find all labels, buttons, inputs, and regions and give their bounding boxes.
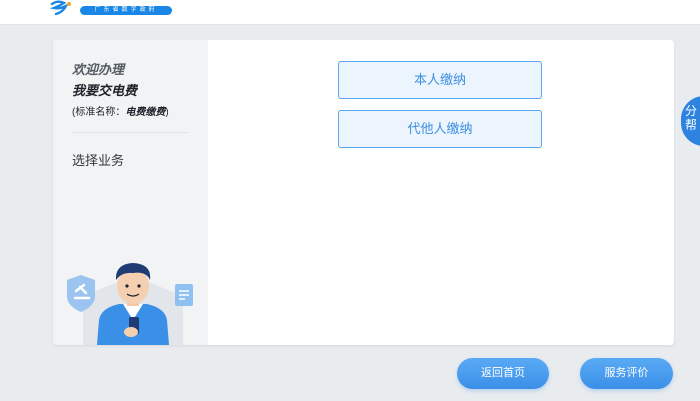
self-pay-button[interactable]: 本人缴纳 [338,61,542,99]
logo-mark-icon [50,0,71,16]
bottom-action-bar: 返回首页 服务评价 [0,345,700,401]
sidebar-divider [72,132,188,133]
floating-side-tab[interactable]: 分帮 [681,96,700,146]
choose-business-label: 选择业务 [72,153,125,168]
service-title: 我要交电费 [72,83,138,98]
app-logo[interactable]: 广东省数字政府 [50,0,180,18]
standard-name-close: ) [165,107,169,118]
service-rating-button[interactable]: 服务评价 [580,358,673,389]
pay-for-others-button[interactable]: 代他人缴纳 [338,110,542,148]
side-tab-text: 分帮 [685,104,698,132]
options-area: 本人缴纳 代他人缴纳 [208,40,674,345]
header-divider [0,24,700,25]
service-person-illustration [67,263,193,345]
service-sidebar: 欢迎办理 我要交电费 (标准名称：电费缴费) 选择业务 [53,40,208,345]
standard-name: (标准名称：电费缴费) [72,103,169,118]
service-panel: 欢迎办理 我要交电费 (标准名称：电费缴费) 选择业务 本人缴纳 代他人缴纳 [53,40,674,345]
welcome-text: 欢迎办理 [72,62,125,77]
top-header: 广东省数字政府 [0,0,700,24]
standard-name-value: 电费缴费 [125,107,166,118]
standard-name-label: (标准名称： [72,107,126,118]
logo-banner: 广东省数字政府 [80,6,172,15]
back-home-button[interactable]: 返回首页 [457,358,549,389]
